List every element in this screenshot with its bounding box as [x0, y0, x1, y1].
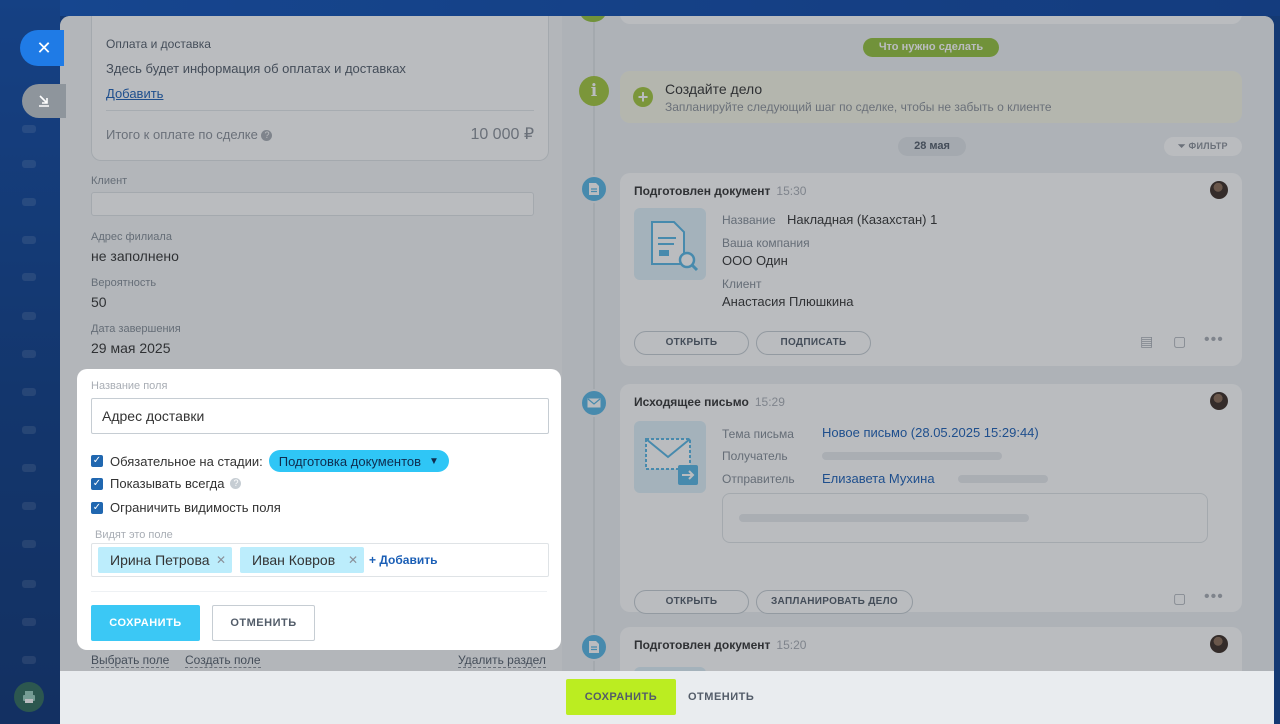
deal-cancel-button[interactable]: ОТМЕНИТЬ	[688, 679, 754, 715]
required-checkbox[interactable]: ✓	[91, 455, 103, 467]
minimize-slider-button[interactable]	[22, 84, 66, 118]
user-tag-label: Ирина Петрова	[110, 552, 210, 568]
show-always-checkbox[interactable]: ✓	[91, 477, 103, 490]
user-tag-label: Иван Ковров	[252, 552, 336, 568]
show-always-label: Показывать всегда	[110, 476, 225, 491]
remove-tag-icon[interactable]: ✕	[348, 547, 358, 573]
chevron-down-icon: ▼	[429, 455, 439, 467]
user-tag: Иван Ковров ✕	[240, 547, 364, 573]
field-name-input[interactable]: Адрес доставки	[91, 398, 549, 434]
help-icon[interactable]: ?	[230, 478, 242, 489]
restrict-visibility-checkbox[interactable]: ✓	[91, 501, 103, 514]
restrict-visibility-row[interactable]: ✓ Ограничить видимость поля	[91, 500, 281, 515]
visible-to-label: Видят это поле	[95, 529, 173, 541]
restrict-visibility-label: Ограничить видимость поля	[110, 500, 281, 515]
show-always-row[interactable]: ✓ Показывать всегда ?	[91, 476, 242, 491]
close-slider-button[interactable]: ✕	[20, 30, 64, 66]
stage-select[interactable]: Подготовка документов ▼	[268, 450, 449, 472]
close-icon: ✕	[36, 37, 52, 58]
user-tag: Ирина Петрова ✕	[98, 547, 232, 573]
popup-cancel-button[interactable]: ОТМЕНИТЬ	[212, 605, 315, 641]
field-settings-popup: Название поля Адрес доставки ✓ Обязатель…	[77, 369, 561, 650]
required-label: Обязательное на стадии:	[110, 453, 263, 469]
required-checkbox-row[interactable]: ✓ Обязательное на стадии: Подготовка док…	[91, 450, 449, 472]
popup-save-button[interactable]: СОХРАНИТЬ	[91, 605, 200, 641]
visible-users-selector[interactable]: Ирина Петрова ✕ Иван Ковров ✕ + Добавить	[91, 543, 549, 577]
slider-bottom-bar: СОХРАНИТЬ ОТМЕНИТЬ	[60, 671, 1274, 724]
add-user-link[interactable]: + Добавить	[369, 553, 437, 567]
popup-divider	[91, 591, 547, 592]
remove-tag-icon[interactable]: ✕	[216, 547, 226, 573]
collapse-icon	[39, 95, 49, 107]
deal-save-button[interactable]: СОХРАНИТЬ	[566, 679, 676, 715]
stage-select-value: Подготовка документов	[278, 453, 422, 469]
field-name-label: Название поля	[91, 380, 168, 392]
